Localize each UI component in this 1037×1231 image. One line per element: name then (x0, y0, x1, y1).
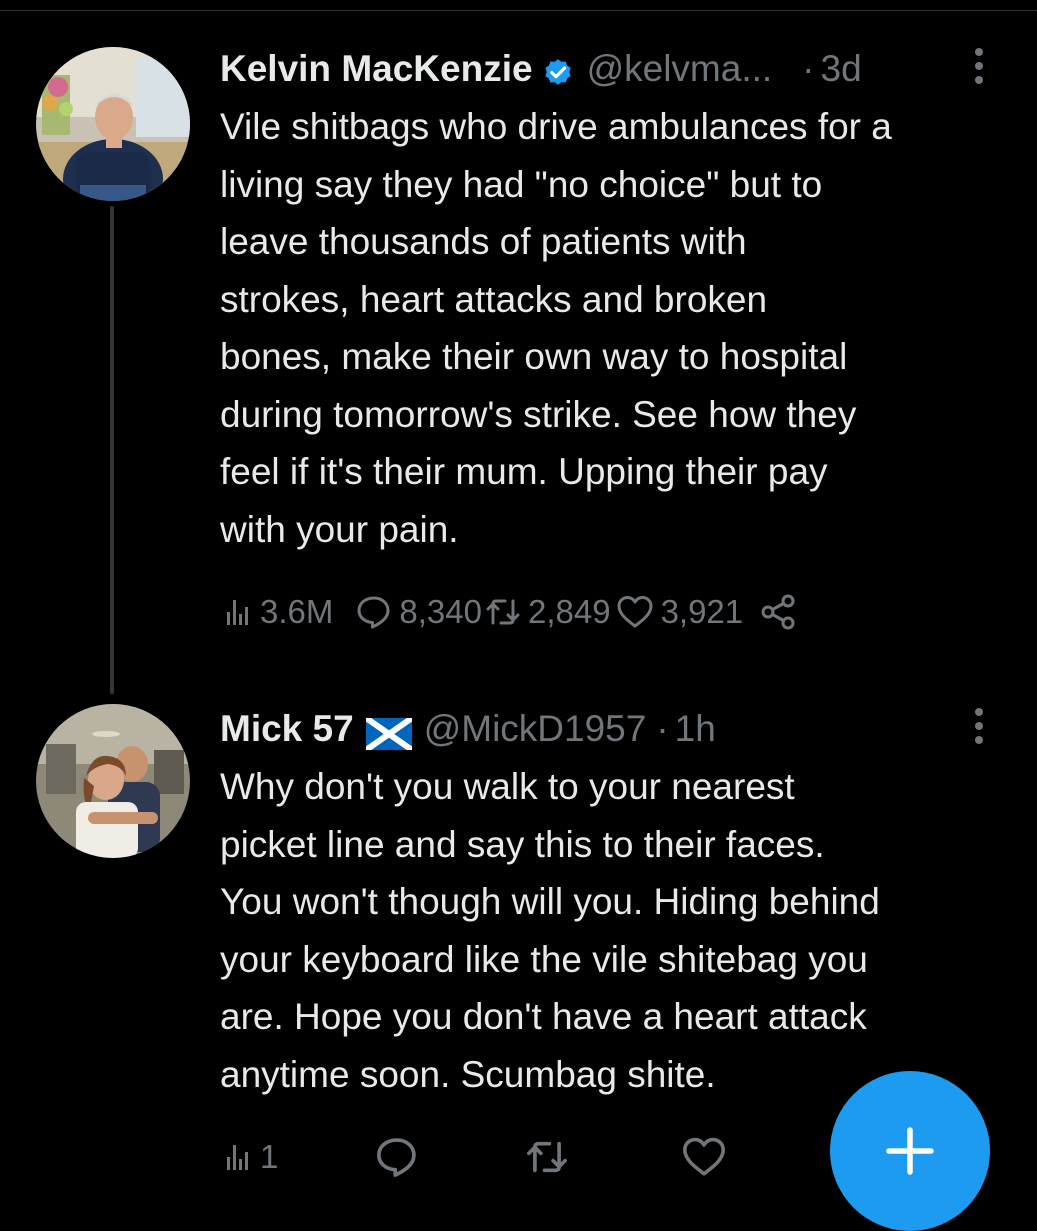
timestamp[interactable]: 1h (675, 704, 716, 754)
speech-bubble-icon (377, 1138, 417, 1177)
speech-bubble-icon (357, 596, 390, 629)
verified-badge-icon (541, 52, 575, 86)
reply-button[interactable] (374, 1134, 420, 1180)
share-icon (761, 594, 795, 630)
views-button[interactable]: 1 (220, 1138, 278, 1176)
tweet-actions: 1 (220, 1132, 728, 1182)
avatar[interactable] (36, 704, 190, 858)
retweet-arrows-icon (527, 1141, 568, 1173)
user-handle[interactable]: @kelvma... (587, 44, 773, 94)
display-name[interactable]: Kelvin MacKenzie (220, 44, 533, 94)
tweet-header: Mick 57 @MickD1957 · 1h (220, 704, 716, 754)
views-count: 1 (260, 1138, 279, 1175)
reply-count: 8,340 (399, 593, 482, 630)
like-button[interactable] (680, 1134, 728, 1180)
plus-icon (886, 1127, 934, 1175)
avatar[interactable] (36, 47, 190, 201)
retweet-button[interactable] (524, 1134, 570, 1180)
heart-icon (617, 596, 653, 628)
timestamp[interactable]: 3d (821, 44, 862, 94)
separator-dot: · (656, 708, 669, 749)
like-button[interactable]: 3,921 (615, 593, 744, 631)
retweet-button[interactable]: 2,849 (484, 593, 611, 631)
scotland-flag-icon (363, 713, 414, 753)
user-handle[interactable]: @MickD1957 (424, 704, 647, 754)
views-count: 3.6M (260, 593, 334, 630)
tweet-text: Why don't you walk to your nearest picke… (220, 766, 880, 1095)
tweet-original[interactable]: Kelvin MacKenzie @kelvma... · 3d Vile sh… (0, 0, 1037, 700)
share-button[interactable] (759, 592, 799, 632)
tweet-actions: 3.6M 8,340 2,849 3,921 (220, 587, 799, 637)
avatar-image (36, 47, 190, 201)
retweet-arrows-icon (486, 599, 520, 625)
reply-button[interactable]: 8,340 (355, 593, 482, 631)
like-count: 3,921 (660, 593, 744, 630)
heart-icon (683, 1137, 726, 1176)
tweet-header: Kelvin MacKenzie @kelvma... · 3d (220, 44, 862, 94)
tweet-text: Vile shitbags who drive ambulances for a… (220, 106, 892, 550)
bar-chart-icon (227, 600, 248, 625)
compose-tweet-button[interactable] (830, 1071, 990, 1231)
separator-dot: · (802, 48, 815, 89)
vertical-ellipsis-icon[interactable] (968, 704, 990, 748)
display-name[interactable]: Mick 57 (220, 704, 354, 754)
avatar-image (36, 704, 190, 858)
bar-chart-icon (227, 1145, 248, 1170)
views-button[interactable]: 3.6M (220, 593, 333, 631)
retweet-count: 2,849 (527, 593, 611, 630)
vertical-ellipsis-icon[interactable] (968, 44, 990, 88)
